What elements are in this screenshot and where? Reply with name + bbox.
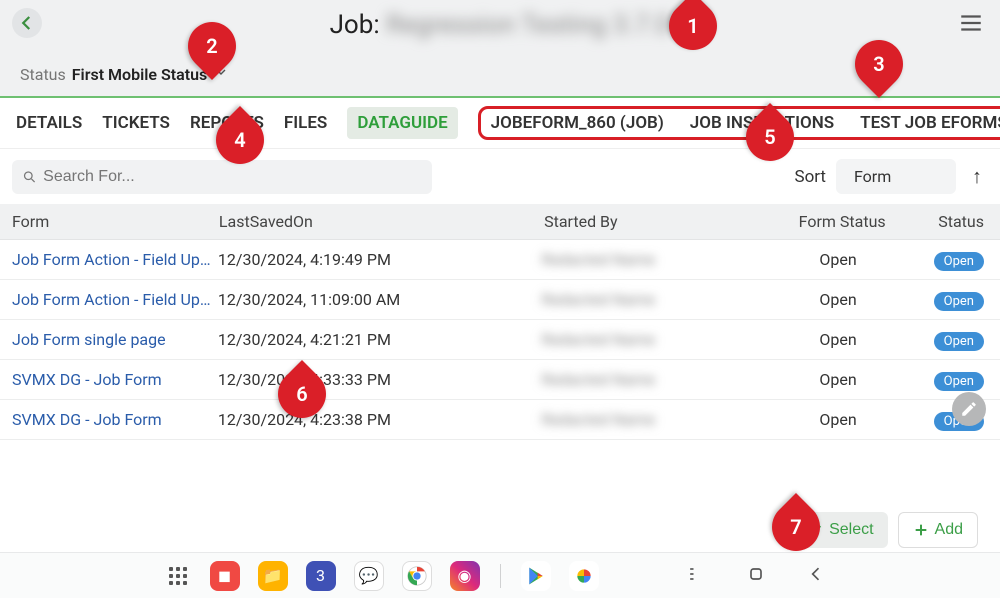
col-last-saved[interactable]: LastSavedOn — [219, 212, 544, 231]
app-drawer-icon[interactable] — [164, 562, 192, 590]
form-link[interactable]: SVMX DG - Job Form — [12, 370, 218, 389]
form-status-cell: Open — [742, 250, 933, 269]
tabs-bar: DETAILS TICKETS REPORTS FILES DATAGUIDE … — [0, 98, 1000, 149]
status-badge: Open — [934, 372, 984, 391]
form-status-cell: Open — [742, 290, 933, 309]
tab-reports[interactable]: REPORTS — [190, 113, 264, 133]
play-svg — [526, 566, 546, 586]
chrome-icon[interactable] — [402, 561, 432, 591]
chevron-down-icon — [213, 64, 229, 84]
status-cell: Open — [934, 250, 988, 269]
col-status[interactable]: Status — [938, 212, 988, 231]
tab-test-job-eforms[interactable]: TEST JOB EFORMS — [860, 113, 1000, 133]
status-cell: Open — [934, 370, 988, 389]
last-saved-cell: 12/30/2024, 4:33:33 PM — [218, 370, 542, 389]
table-body: Job Form Action - Field Upd…12/30/2024, … — [0, 240, 1000, 440]
plus-icon — [913, 522, 929, 538]
started-by-cell: Redacted Name — [541, 290, 742, 309]
search-input[interactable] — [43, 168, 422, 186]
recent-apps-button[interactable] — [675, 564, 717, 588]
app-icon-1[interactable]: ◼ — [210, 561, 240, 591]
form-link[interactable]: SVMX DG - Job Form — [12, 410, 218, 429]
tab-files[interactable]: FILES — [284, 113, 327, 133]
play-store-icon[interactable] — [521, 561, 551, 591]
status-row[interactable]: Status First Mobile Status — [12, 60, 988, 90]
pencil-icon — [960, 400, 978, 418]
toolbar-row: Sort Form ↑ — [0, 149, 1000, 204]
highlighted-tab-group: JOBEFORM_860 (JOB) JOB INSPECTIONS TEST … — [478, 106, 1000, 140]
table-row[interactable]: Job Form Action - Field Upd…12/30/2024, … — [0, 240, 1000, 280]
page-title: Job: Regression Testing 3.7.0 — [0, 10, 1000, 40]
add-button[interactable]: Add — [898, 512, 978, 548]
tab-details[interactable]: DETAILS — [16, 113, 82, 133]
photos-svg — [574, 566, 594, 586]
started-by-cell: Redacted Name — [541, 370, 742, 389]
tab-tickets[interactable]: TICKETS — [102, 113, 170, 133]
google-photos-icon[interactable] — [569, 561, 599, 591]
started-by-cell: Redacted Name — [541, 410, 742, 429]
status-cell: Open — [934, 330, 988, 349]
tab-dataguide[interactable]: DATAGUIDE — [347, 107, 457, 139]
col-form-status[interactable]: Form Status — [746, 212, 938, 231]
last-saved-cell: 12/30/2024, 4:19:49 PM — [218, 250, 542, 269]
started-by-cell: Redacted Name — [541, 330, 742, 349]
table-header: Form LastSavedOn Started By Form Status … — [0, 204, 1000, 240]
job-name-redacted: Regression Testing 3.7.0 — [386, 10, 670, 40]
form-link[interactable]: Job Form Action - Field Upd… — [12, 250, 218, 269]
back-button[interactable] — [12, 8, 42, 38]
search-icon — [22, 169, 37, 185]
form-link[interactable]: Job Form Action - Field Upd… — [12, 290, 218, 309]
status-badge: Open — [934, 292, 984, 311]
calendar-app-icon[interactable]: 3 — [306, 561, 336, 591]
sort-direction[interactable]: ↑ — [966, 160, 988, 193]
instagram-icon[interactable]: ◉ — [450, 561, 480, 591]
files-app-icon[interactable]: 📁 — [258, 561, 288, 591]
form-status-cell: Open — [742, 370, 933, 389]
chevron-left-icon — [18, 14, 36, 32]
home-button[interactable] — [735, 564, 777, 588]
select-label: Select — [829, 521, 873, 539]
sort-select[interactable]: Form — [836, 159, 956, 194]
status-badge: Open — [934, 332, 984, 351]
edit-fab[interactable] — [952, 392, 986, 426]
nav-back-button[interactable] — [795, 564, 837, 588]
sort-label: Sort — [794, 167, 826, 187]
form-status-cell: Open — [742, 410, 933, 429]
col-started-by[interactable]: Started By — [544, 212, 746, 231]
job-label: Job: — [330, 10, 387, 40]
last-saved-cell: 12/30/2024, 11:09:00 AM — [218, 290, 542, 309]
tab-job-inspections[interactable]: JOB INSPECTIONS — [690, 113, 834, 133]
form-status-cell: Open — [742, 330, 933, 349]
col-form[interactable]: Form — [12, 212, 219, 231]
add-label: Add — [935, 521, 963, 539]
table-row[interactable]: SVMX DG - Job Form12/30/2024, 4:33:33 PM… — [0, 360, 1000, 400]
menu-button[interactable] — [958, 10, 984, 40]
last-saved-cell: 12/30/2024, 4:23:38 PM — [218, 410, 542, 429]
android-dock: ◼ 📁 3 💬 ◉ — [0, 552, 1000, 598]
status-value: First Mobile Status — [72, 65, 208, 84]
dock-separator — [500, 564, 501, 588]
last-saved-cell: 12/30/2024, 4:21:21 PM — [218, 330, 542, 349]
table-row[interactable]: SVMX DG - Job Form12/30/2024, 4:23:38 PM… — [0, 400, 1000, 440]
tab-jobeform-860[interactable]: JOBEFORM_860 (JOB) — [491, 113, 664, 133]
select-button[interactable]: Select — [793, 512, 887, 548]
search-box[interactable] — [12, 160, 432, 194]
check-icon — [807, 522, 823, 538]
messages-app-icon[interactable]: 💬 — [354, 561, 384, 591]
form-link[interactable]: Job Form single page — [12, 330, 218, 349]
status-badge: Open — [934, 252, 984, 271]
bottom-actions: Select Add — [793, 512, 978, 548]
chrome-svg — [406, 565, 428, 587]
status-cell: Open — [934, 290, 988, 309]
started-by-cell: Redacted Name — [541, 250, 742, 269]
table-row[interactable]: Job Form single page12/30/2024, 4:21:21 … — [0, 320, 1000, 360]
hamburger-icon — [958, 10, 984, 36]
top-bar: Job: Regression Testing 3.7.0 Status Fir… — [0, 0, 1000, 96]
table-row[interactable]: Job Form Action - Field Upd…12/30/2024, … — [0, 280, 1000, 320]
status-label: Status — [20, 65, 66, 84]
